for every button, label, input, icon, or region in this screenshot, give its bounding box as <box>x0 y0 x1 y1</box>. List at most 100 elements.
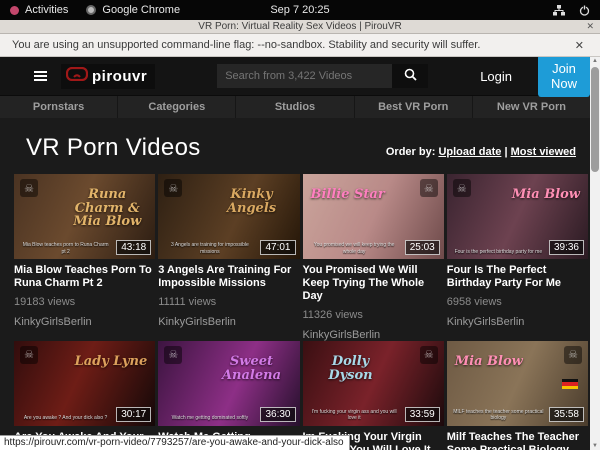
duration-badge: 36:30 <box>260 407 295 422</box>
tab-close-icon[interactable]: ✕ <box>586 21 594 32</box>
thumbnail-model-name: Lady Lyne <box>75 355 148 369</box>
video-title[interactable]: Mia Blow Teaches Porn To Runa Charm Pt 2 <box>14 264 155 290</box>
thumbnail-caption: Mia Blow teaches porn to Runa Charm pt 2 <box>20 242 111 255</box>
video-thumbnail[interactable]: ☠ Mia Blow Four is the perfect birthday … <box>447 174 588 259</box>
studio-watermark-icon: ☠ <box>164 179 182 197</box>
thumbnail-caption: MILF teaches the teacher some practical … <box>453 409 544 422</box>
chrome-warning-infobar: You are using an unsupported command-lin… <box>0 34 600 57</box>
video-thumbnail[interactable]: ☠ Mia Blow MILF teaches the teacher some… <box>447 341 588 426</box>
search-icon <box>404 68 417 84</box>
site-logo[interactable]: pirouvr <box>61 64 155 89</box>
video-card[interactable]: ☠ Dolly Dyson I'm fucking your virgin as… <box>303 341 444 450</box>
search-input[interactable] <box>217 64 392 88</box>
video-thumbnail[interactable]: ☠ Lady Lyne Are you awake ? And your dic… <box>14 341 155 426</box>
video-views: 19183 views <box>14 296 155 308</box>
scrollbar-thumb[interactable] <box>591 67 599 172</box>
warning-close-icon[interactable]: ✕ <box>575 39 588 52</box>
thumbnail-model-name: Sweet Analena <box>212 355 292 382</box>
tab-title[interactable]: VR Porn: Virtual Reality Sex Videos | Pi… <box>0 21 600 32</box>
thumbnail-caption: You promised we will keep trying the who… <box>309 242 400 255</box>
video-title[interactable]: 3 Angels Are Training For Impossible Mis… <box>158 264 299 290</box>
page-title: VR Porn Videos <box>26 134 201 162</box>
nav-item-pornstars[interactable]: Pornstars <box>0 96 118 118</box>
warning-text: You are using an unsupported command-lin… <box>12 39 480 51</box>
duration-badge: 25:03 <box>405 240 440 255</box>
video-views: 11111 views <box>158 296 299 308</box>
studio-watermark-icon: ☠ <box>453 179 471 197</box>
duration-badge: 33:59 <box>405 407 440 422</box>
page-content: pirouvr Login Join Now PornstarsCategori… <box>0 57 600 450</box>
thumbnail-caption: Watch me getting dominated softly <box>164 415 255 422</box>
video-views: 6958 views <box>447 296 588 308</box>
video-thumbnail[interactable]: ☠ Dolly Dyson I'm fucking your virgin as… <box>303 341 444 426</box>
order-link-most-viewed[interactable]: Most viewed <box>511 146 576 158</box>
video-thumbnail[interactable]: ☠ Kinky Angels 3 Angels are training for… <box>158 174 299 259</box>
german-flag-icon <box>562 379 578 389</box>
video-grid: ☠ Runa Charm & Mia Blow Mia Blow teaches… <box>0 162 590 450</box>
order-by-label: Order by: <box>386 146 436 158</box>
clock[interactable]: Sep 7 20:25 <box>0 4 600 16</box>
video-studio-link[interactable]: KinkyGirlsBerlin <box>14 316 155 328</box>
thumbnail-caption: I'm fucking your virgin ass and you will… <box>309 409 400 422</box>
scrollbar[interactable]: ▲ ▼ <box>590 57 600 450</box>
site-header: pirouvr Login Join Now <box>0 57 590 95</box>
thumbnail-model-name: Runa Charm & Mia Blow <box>67 188 147 229</box>
video-thumbnail[interactable]: ☠ Billie Star You promised we will keep … <box>303 174 444 259</box>
thumbnail-model-name: Mia Blow <box>512 188 580 202</box>
thumbnail-model-name: Kinky Angels <box>212 188 292 215</box>
duration-badge: 35:58 <box>549 407 584 422</box>
scroll-up-icon[interactable]: ▲ <box>592 57 598 65</box>
thumbnail-caption: 3 Angels are training for impossible mis… <box>164 242 255 255</box>
duration-badge: 30:17 <box>116 407 151 422</box>
duration-badge: 47:01 <box>260 240 295 255</box>
search-bar <box>217 64 428 88</box>
order-link-upload-date[interactable]: Upload date <box>438 146 501 158</box>
thumbnail-caption: Four is the perfect birthday party for m… <box>453 249 544 256</box>
heading-row: VR Porn Videos Order by: Upload date | M… <box>0 118 590 162</box>
video-card[interactable]: ☠ Lady Lyne Are you awake ? And your dic… <box>14 341 155 450</box>
video-thumbnail[interactable]: ☠ Runa Charm & Mia Blow Mia Blow teaches… <box>14 174 155 259</box>
video-title[interactable]: You Promised We Will Keep Trying The Who… <box>303 264 444 303</box>
video-card[interactable]: ☠ Mia Blow MILF teaches the teacher some… <box>447 341 588 450</box>
video-thumbnail[interactable]: ☠ Sweet Analena Watch me getting dominat… <box>158 341 299 426</box>
video-card[interactable]: ☠ Runa Charm & Mia Blow Mia Blow teaches… <box>14 174 155 341</box>
browser-tab-strip: VR Porn: Virtual Reality Sex Videos | Pi… <box>0 20 600 34</box>
nav-item-studios[interactable]: Studios <box>236 96 354 118</box>
scroll-down-icon[interactable]: ▼ <box>592 442 598 450</box>
studio-watermark-icon: ☠ <box>20 179 38 197</box>
order-by: Order by: Upload date | Most viewed <box>386 146 576 162</box>
nav-item-categories[interactable]: Categories <box>118 96 236 118</box>
search-button[interactable] <box>392 64 428 88</box>
main-nav: PornstarsCategoriesStudiosBest VR PornNe… <box>0 95 590 118</box>
nav-item-best-vr-porn[interactable]: Best VR Porn <box>355 96 473 118</box>
login-link[interactable]: Login <box>480 69 512 84</box>
video-studio-link[interactable]: KinkyGirlsBerlin <box>158 316 299 328</box>
nav-item-new-vr-porn[interactable]: New VR Porn <box>473 96 590 118</box>
video-title[interactable]: Milf Teaches The Teacher Some Practical … <box>447 431 588 450</box>
system-top-bar: Activities Google Chrome Sep 7 20:25 <box>0 0 600 20</box>
video-studio-link[interactable]: KinkyGirlsBerlin <box>447 316 588 328</box>
video-card[interactable]: ☠ Mia Blow Four is the perfect birthday … <box>447 174 588 341</box>
video-card[interactable]: ☠ Kinky Angels 3 Angels are training for… <box>158 174 299 341</box>
thumbnail-model-name: Mia Blow <box>455 355 523 369</box>
studio-watermark-icon: ☠ <box>420 179 438 197</box>
duration-badge: 43:18 <box>116 240 151 255</box>
network-icon[interactable] <box>553 5 565 16</box>
vr-headset-icon <box>66 67 88 86</box>
status-url: https://pirouvr.com/vr-porn-video/779325… <box>0 435 350 450</box>
power-icon[interactable] <box>579 5 590 16</box>
logo-text: pirouvr <box>92 68 147 85</box>
video-card[interactable]: ☠ Sweet Analena Watch me getting dominat… <box>158 341 299 450</box>
video-card[interactable]: ☠ Billie Star You promised we will keep … <box>303 174 444 341</box>
studio-watermark-icon: ☠ <box>164 346 182 364</box>
video-title[interactable]: Four Is The Perfect Birthday Party For M… <box>447 264 588 290</box>
thumbnail-model-name: Dolly Dyson <box>311 355 391 382</box>
duration-badge: 39:36 <box>549 240 584 255</box>
studio-watermark-icon: ☠ <box>564 346 582 364</box>
video-views: 11326 views <box>303 309 444 321</box>
join-now-button[interactable]: Join Now <box>538 57 590 97</box>
screen: Activities Google Chrome Sep 7 20:25 <box>0 0 600 450</box>
studio-watermark-icon: ☠ <box>420 346 438 364</box>
menu-hamburger-icon[interactable] <box>30 67 51 85</box>
video-studio-link[interactable]: KinkyGirlsBerlin <box>303 329 444 341</box>
